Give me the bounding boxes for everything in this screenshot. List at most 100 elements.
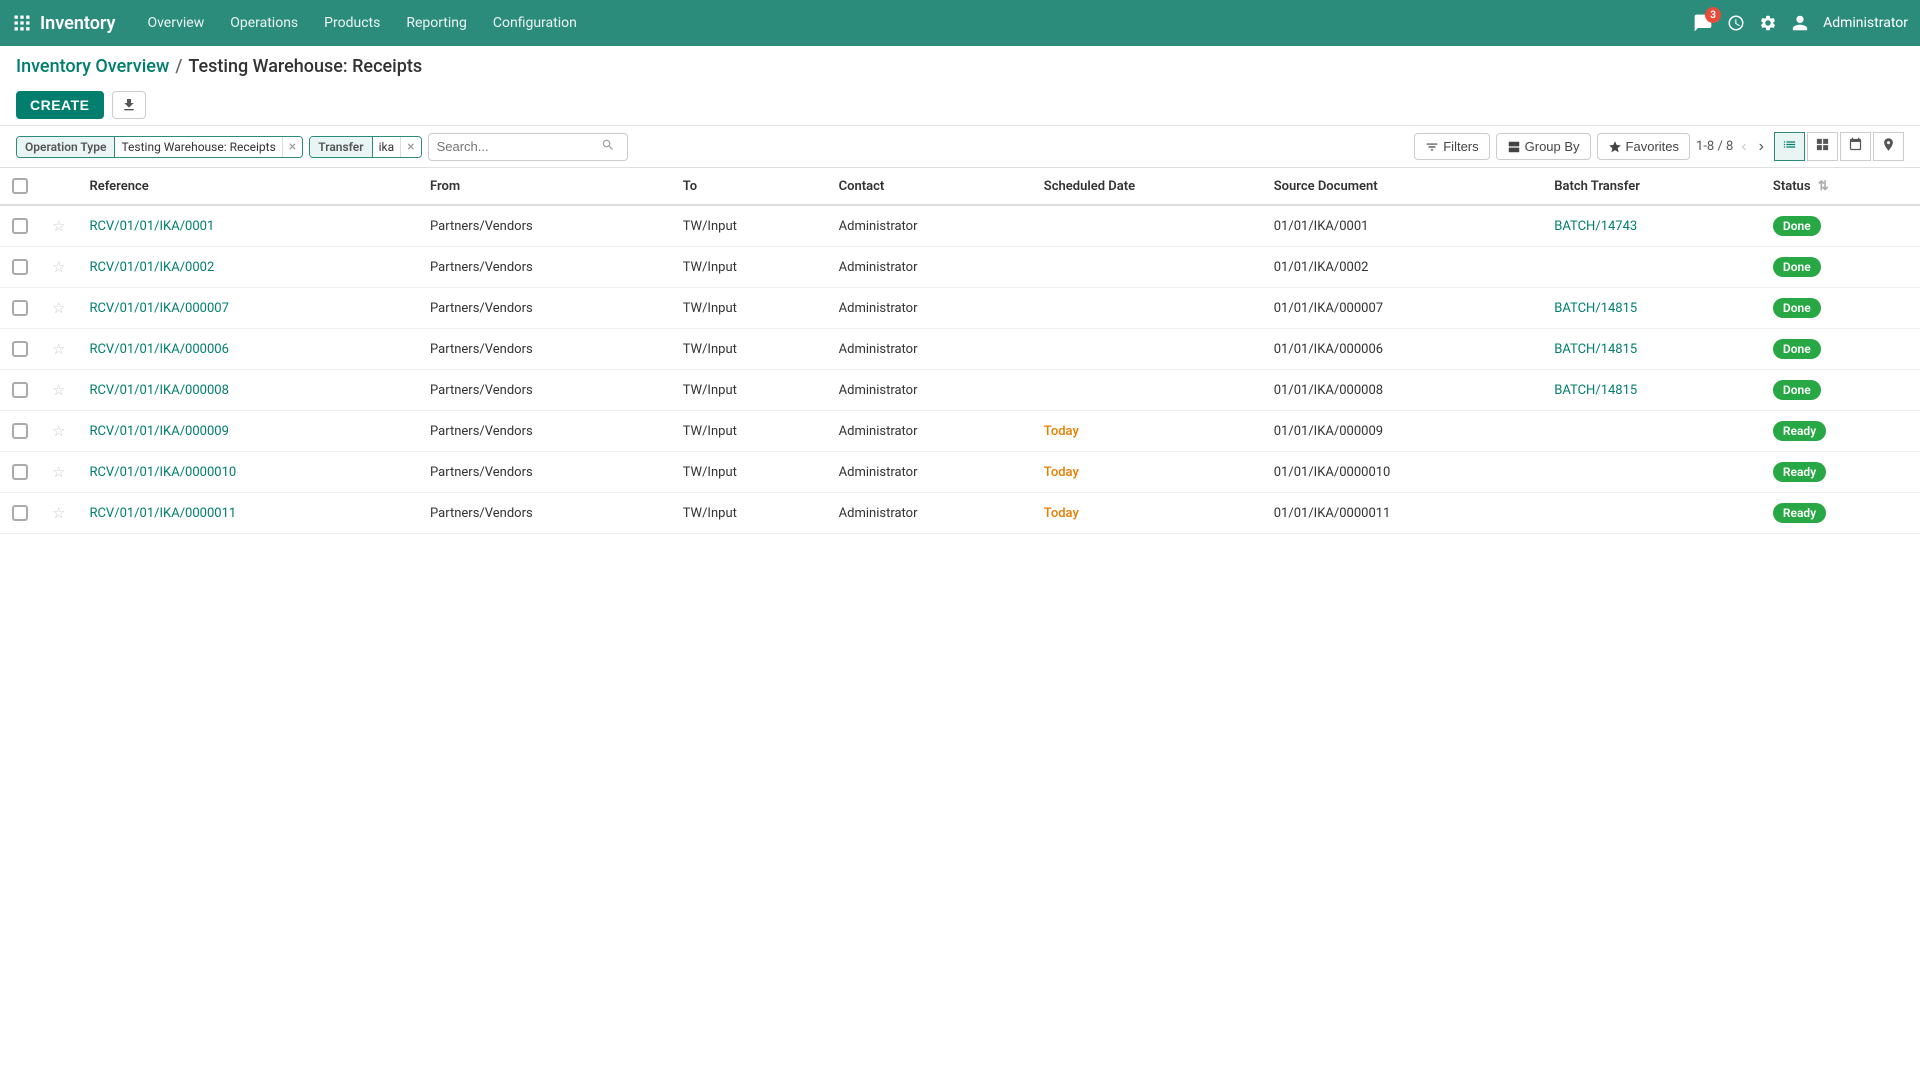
row-batch-link-4[interactable]: BATCH/14815 [1554, 383, 1637, 398]
row-from: Partners/Vendors [418, 247, 671, 288]
row-star-1[interactable]: ☆ [52, 258, 65, 276]
row-scheduled-date [1032, 205, 1262, 247]
row-checkbox-cell [0, 205, 40, 247]
user-name[interactable]: Administrator [1823, 15, 1908, 31]
col-scheduled-date[interactable]: Scheduled Date [1032, 168, 1262, 205]
row-checkbox-cell [0, 370, 40, 411]
chat-icon[interactable]: 3 [1693, 13, 1713, 33]
row-from: Partners/Vendors [418, 329, 671, 370]
row-source-document: 01/01/IKA/0000010 [1262, 452, 1543, 493]
col-contact[interactable]: Contact [827, 168, 1032, 205]
col-reference[interactable]: Reference [77, 168, 418, 205]
nav-menu: Overview Operations Products Reporting C… [135, 9, 1693, 37]
search-icon[interactable] [601, 138, 615, 156]
user-icon[interactable] [1791, 14, 1809, 32]
col-to[interactable]: To [671, 168, 827, 205]
select-all-checkbox[interactable] [12, 178, 28, 194]
clock-icon[interactable] [1727, 14, 1745, 32]
col-batch-transfer[interactable]: Batch Transfer [1542, 168, 1761, 205]
nav-item-overview[interactable]: Overview [135, 9, 216, 37]
filters-button[interactable]: Filters [1414, 133, 1489, 160]
pagination-text: 1-8 / 8 [1696, 139, 1733, 154]
row-status: Ready [1761, 452, 1920, 493]
row-star-2[interactable]: ☆ [52, 299, 65, 317]
row-batch-link-0[interactable]: BATCH/14743 [1554, 219, 1637, 234]
row-contact: Administrator [827, 288, 1032, 329]
table-row: ☆ RCV/01/01/IKA/0001 Partners/Vendors TW… [0, 205, 1920, 247]
filter-tag-transfer: Transfer ika × [309, 136, 421, 158]
filter-tag-transfer-close[interactable]: × [400, 137, 420, 157]
row-reference-link-7[interactable]: RCV/01/01/IKA/0000011 [89, 506, 236, 521]
status-sort-icon[interactable]: ⇅ [1818, 179, 1829, 194]
row-star-7[interactable]: ☆ [52, 504, 65, 522]
row-batch-transfer [1542, 452, 1761, 493]
row-scheduled-date: Today [1032, 411, 1262, 452]
row-reference-link-6[interactable]: RCV/01/01/IKA/0000010 [89, 465, 236, 480]
row-status-badge-3: Done [1773, 339, 1821, 359]
pagination-next[interactable]: › [1755, 136, 1768, 158]
row-star-4[interactable]: ☆ [52, 381, 65, 399]
row-star-5[interactable]: ☆ [52, 422, 65, 440]
row-reference-link-0[interactable]: RCV/01/01/IKA/0001 [89, 219, 214, 234]
filter-tag-operation-type-close[interactable]: × [282, 137, 302, 157]
row-checkbox-4[interactable] [12, 382, 28, 398]
row-reference-link-5[interactable]: RCV/01/01/IKA/000009 [89, 424, 228, 439]
row-scheduled-date [1032, 329, 1262, 370]
row-contact: Administrator [827, 247, 1032, 288]
col-from[interactable]: From [418, 168, 671, 205]
row-reference-link-3[interactable]: RCV/01/01/IKA/000006 [89, 342, 228, 357]
row-batch-link-3[interactable]: BATCH/14815 [1554, 342, 1637, 357]
apps-icon[interactable] [12, 13, 32, 33]
row-reference-link-2[interactable]: RCV/01/01/IKA/000007 [89, 301, 228, 316]
favorites-button[interactable]: Favorites [1597, 133, 1690, 160]
row-reference-link-4[interactable]: RCV/01/01/IKA/000008 [89, 383, 228, 398]
filter-tag-operation-type-label: Operation Type [17, 137, 115, 157]
row-to: TW/Input [671, 329, 827, 370]
app-brand[interactable]: Inventory [40, 13, 115, 34]
row-to: TW/Input [671, 411, 827, 452]
pagination-prev[interactable]: ‹ [1737, 136, 1750, 158]
view-kanban-button[interactable] [1807, 132, 1838, 161]
row-scheduled-date [1032, 370, 1262, 411]
view-calendar-button[interactable] [1840, 132, 1871, 161]
row-checkbox-7[interactable] [12, 505, 28, 521]
row-reference-link-1[interactable]: RCV/01/01/IKA/0002 [89, 260, 214, 275]
row-star-3[interactable]: ☆ [52, 340, 65, 358]
col-source-document[interactable]: Source Document [1262, 168, 1543, 205]
row-source-document: 01/01/IKA/000007 [1262, 288, 1543, 329]
row-contact: Administrator [827, 370, 1032, 411]
row-star-0[interactable]: ☆ [52, 217, 65, 235]
nav-item-configuration[interactable]: Configuration [481, 9, 589, 37]
row-batch-transfer: BATCH/14815 [1542, 370, 1761, 411]
col-status[interactable]: Status ⇅ [1761, 168, 1920, 205]
row-checkbox-5[interactable] [12, 423, 28, 439]
breadcrumb-parent[interactable]: Inventory Overview [16, 56, 169, 77]
view-map-button[interactable] [1873, 132, 1904, 161]
download-button[interactable] [112, 91, 146, 119]
group-by-label: Group By [1525, 139, 1580, 154]
group-by-button[interactable]: Group By [1496, 133, 1591, 160]
create-button[interactable]: CREATE [16, 91, 104, 119]
row-scheduled-date [1032, 288, 1262, 329]
view-controls: Filters Group By Favorites 1-8 / 8 ‹ › [1414, 132, 1904, 161]
nav-item-reporting[interactable]: Reporting [394, 9, 479, 37]
settings-icon[interactable] [1759, 14, 1777, 32]
filter-tags-area: Operation Type Testing Warehouse: Receip… [16, 133, 1406, 161]
row-checkbox-6[interactable] [12, 464, 28, 480]
breadcrumb: Inventory Overview / Testing Warehouse: … [16, 56, 422, 77]
row-checkbox-0[interactable] [12, 218, 28, 234]
search-input[interactable] [437, 139, 597, 154]
row-to: TW/Input [671, 452, 827, 493]
filters-label: Filters [1443, 139, 1478, 154]
nav-item-products[interactable]: Products [312, 9, 392, 37]
row-batch-transfer [1542, 411, 1761, 452]
table-row: ☆ RCV/01/01/IKA/000006 Partners/Vendors … [0, 329, 1920, 370]
row-star-6[interactable]: ☆ [52, 463, 65, 481]
row-checkbox-2[interactable] [12, 300, 28, 316]
row-checkbox-1[interactable] [12, 259, 28, 275]
view-list-button[interactable] [1774, 132, 1805, 161]
nav-item-operations[interactable]: Operations [218, 9, 310, 37]
row-checkbox-3[interactable] [12, 341, 28, 357]
row-batch-link-2[interactable]: BATCH/14815 [1554, 301, 1637, 316]
row-status: Done [1761, 288, 1920, 329]
